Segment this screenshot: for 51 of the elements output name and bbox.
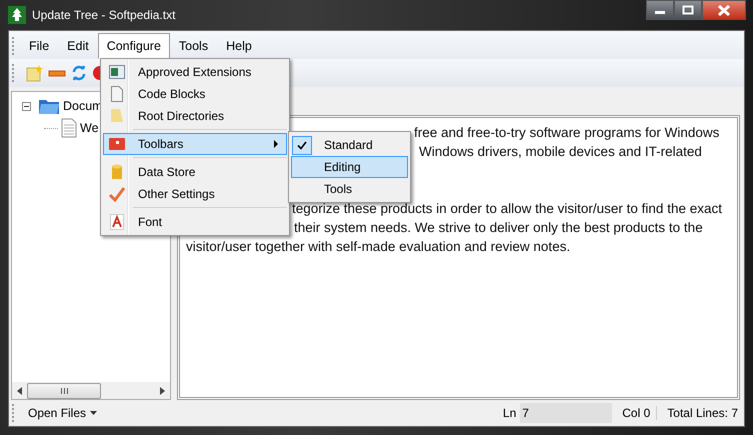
submenu-entry[interactable]: Standard (291, 134, 408, 156)
document-icon (61, 118, 77, 138)
open-files-dropdown[interactable]: Open Files (24, 404, 102, 422)
editor-text: their system needs. We strive to deliver only the best products to the (294, 220, 703, 235)
document-icon (111, 86, 123, 102)
menu-entry[interactable]: Approved Extensions (103, 61, 287, 83)
editor-text: tegorize these products in order to allow the visitor/user to find the exact (292, 201, 722, 216)
toolbar-icon (109, 138, 125, 150)
horizontal-scrollbar[interactable] (12, 382, 170, 399)
stop-icon[interactable] (92, 64, 100, 82)
menu-entry[interactable]: Font (103, 211, 287, 233)
close-icon (717, 4, 731, 16)
font-icon (110, 214, 124, 230)
menu-entry[interactable]: Data Store (103, 161, 287, 183)
column-indicator: Col 0 (616, 406, 658, 420)
database-icon (111, 164, 123, 180)
total-lines-indicator: Total Lines: 7 (666, 406, 739, 420)
menu-item[interactable]: Tools (170, 33, 218, 59)
line-label: Ln (502, 406, 516, 420)
line-field[interactable]: 7 (520, 403, 612, 423)
folder-icon (38, 97, 60, 115)
submenu-arrow-icon (274, 140, 278, 148)
menu-item[interactable]: Edit (58, 33, 98, 59)
menu-entry[interactable]: Code Blocks (103, 83, 287, 105)
window-title: Update Tree - Softpedia.txt (32, 8, 176, 22)
submenu-entry[interactable]: Editing (291, 156, 408, 178)
caret-icon (90, 411, 98, 415)
menu-entry[interactable]: Root Directories (103, 105, 287, 127)
maximize-button[interactable] (674, 0, 702, 20)
maximize-icon (682, 5, 694, 15)
submenu-entry[interactable]: Tools (291, 178, 408, 200)
left-arrow-icon[interactable] (17, 386, 22, 394)
tree-item[interactable]: We (80, 121, 99, 135)
menu-item[interactable]: Configure (98, 33, 170, 59)
window-icon (109, 65, 125, 79)
menu-entry[interactable]: Other Settings (103, 183, 287, 205)
editor-text: free and free-to-try software programs for Windows (414, 125, 720, 140)
tree-icon (8, 6, 26, 24)
menu-item[interactable]: Help (217, 33, 261, 59)
editor-text: Windows drivers, mobile devices and IT-related (419, 144, 702, 159)
right-arrow-icon[interactable] (160, 386, 165, 394)
minimize-button[interactable] (646, 0, 674, 20)
grip-icon (60, 388, 68, 394)
refresh-icon[interactable] (71, 64, 87, 82)
editor-text: visitor/user together with self-made evaluation and review notes. (186, 239, 570, 254)
close-button[interactable] (702, 0, 746, 20)
menu-item[interactable]: File (20, 33, 58, 59)
check-icon (109, 186, 125, 202)
folder-icon (110, 108, 124, 124)
collapse-icon[interactable] (22, 102, 31, 110)
menu-entry[interactable]: Toolbars (103, 133, 287, 155)
